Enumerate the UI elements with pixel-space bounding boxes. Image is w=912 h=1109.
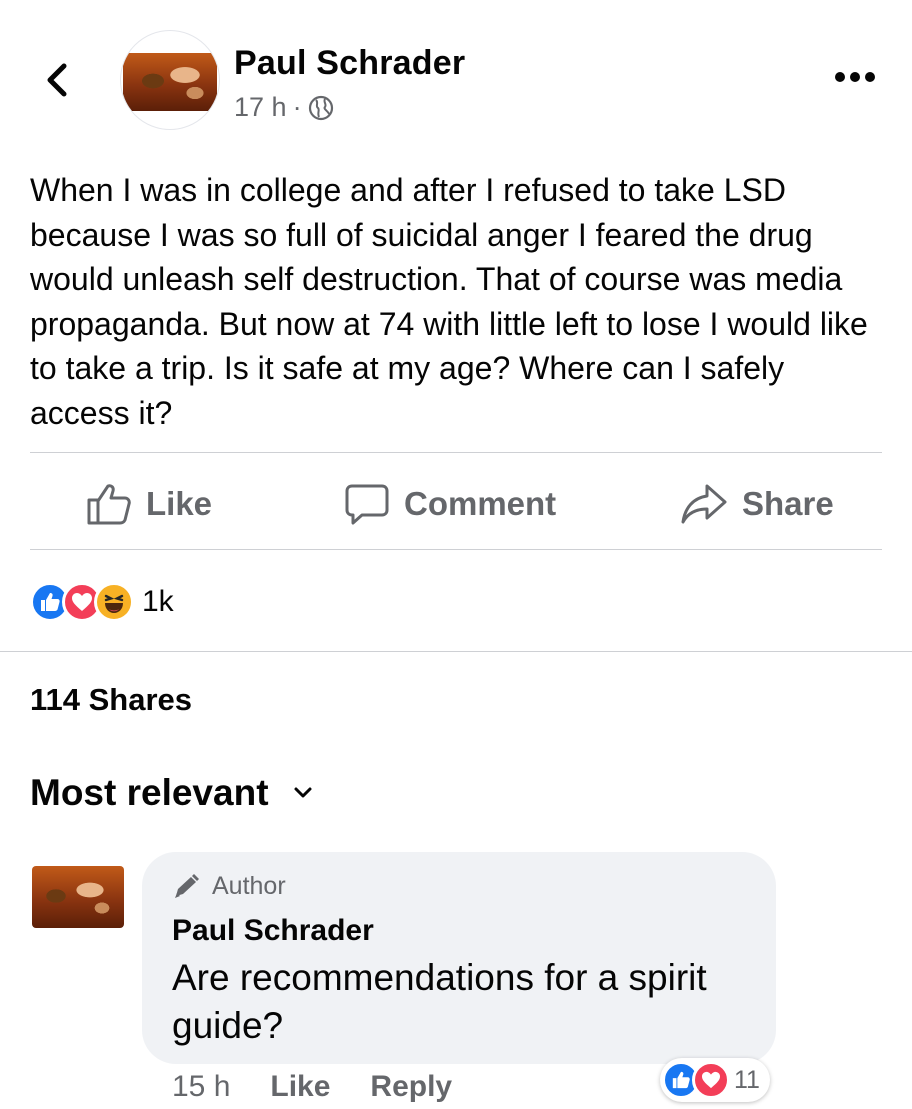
post-timestamp[interactable]: 17 h: [234, 92, 287, 123]
haha-reaction-icon: [94, 582, 134, 622]
commenter-name[interactable]: Paul Schrader: [172, 914, 374, 948]
author-badge-label: Author: [212, 872, 286, 900]
comment-reaction-count: 11: [734, 1065, 760, 1094]
pencil-icon: [175, 873, 199, 898]
share-arrow-icon: [681, 484, 727, 524]
share-label: Share: [742, 485, 834, 522]
comment-actions: 15 h Like Reply: [172, 1070, 452, 1104]
comment-like-button[interactable]: Like: [270, 1070, 330, 1104]
sort-label: Most relevant: [30, 772, 269, 813]
more-options-button[interactable]: [834, 62, 876, 92]
chevron-left-icon: [47, 63, 67, 97]
comment-text: Are recommendations for a spirit guide?: [172, 957, 707, 1046]
meta-separator: ·: [292, 92, 302, 122]
commenter-avatar[interactable]: [32, 866, 124, 928]
author-badge: Author: [172, 872, 286, 901]
divider: [30, 452, 882, 453]
comment-label: Comment: [404, 485, 557, 522]
comment-sort-dropdown[interactable]: Most relevant: [30, 772, 313, 814]
shares-count[interactable]: 114 Shares: [30, 682, 192, 718]
thumbs-up-icon: [87, 484, 131, 525]
avatar-image: [123, 53, 217, 111]
comment-reactions[interactable]: 11: [660, 1058, 770, 1102]
reactions-summary[interactable]: 1k: [30, 580, 174, 624]
globe-icon: [308, 95, 333, 120]
author-avatar[interactable]: [120, 30, 220, 130]
post-text: When I was in college and after I refuse…: [30, 172, 868, 431]
section-divider: [0, 651, 912, 652]
comment-action-button[interactable]: Comment: [344, 474, 556, 534]
love-reaction-icon: [692, 1061, 730, 1099]
comment-reply-button[interactable]: Reply: [370, 1070, 452, 1104]
like-action-button[interactable]: Like: [86, 474, 212, 534]
reaction-count: 1k: [142, 585, 174, 618]
like-label: Like: [146, 485, 213, 522]
share-action-button[interactable]: Share: [680, 474, 834, 534]
chevron-down-icon: [294, 787, 312, 798]
more-dots-icon: [835, 72, 875, 82]
comment-timestamp[interactable]: 15 h: [172, 1070, 230, 1104]
divider: [30, 549, 882, 550]
back-button[interactable]: [40, 58, 74, 102]
post-author-name[interactable]: Paul Schrader: [234, 44, 465, 83]
post-meta: 17 h ·: [234, 92, 334, 123]
comment-bubble-icon: [345, 484, 389, 525]
